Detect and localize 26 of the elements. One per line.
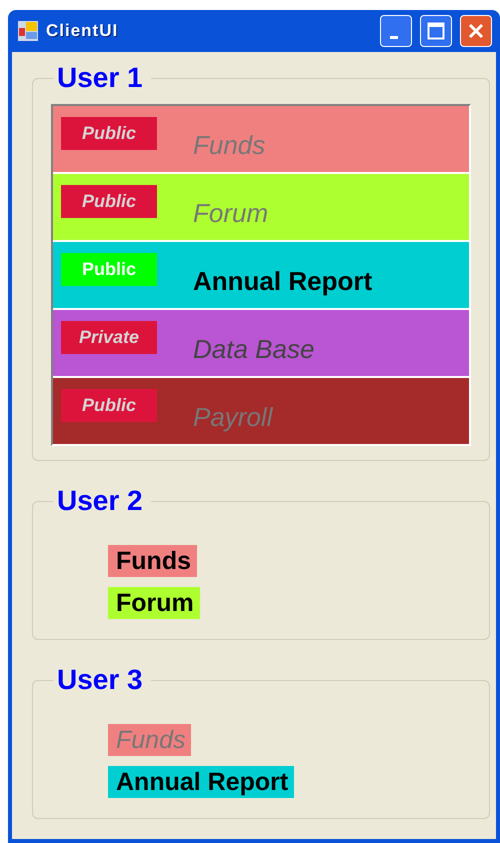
item-label: Payroll [193, 402, 272, 432]
list-item[interactable]: Public Annual Report [53, 242, 469, 308]
resource-label: Funds [108, 545, 197, 577]
minimize-button[interactable] [380, 15, 412, 47]
close-icon [467, 22, 485, 40]
item-label: Forum [193, 198, 268, 228]
maximize-icon [427, 22, 445, 40]
minimize-icon [390, 36, 398, 38]
item-label: Annual Report [193, 266, 372, 296]
resource-label: Annual Report [108, 766, 294, 798]
window-title: ClientUI [46, 21, 120, 41]
group-title: User 3 [56, 664, 144, 696]
resource-label: Funds [108, 724, 192, 756]
access-tag: Public [61, 184, 157, 218]
group-title: User 1 [56, 62, 144, 94]
group-title: User 2 [56, 485, 144, 517]
item-label: Funds [193, 130, 266, 160]
access-tag: Public [61, 388, 157, 422]
maximize-button[interactable] [420, 15, 452, 47]
item-label: Data Base [193, 334, 314, 364]
access-tag: Public [61, 116, 157, 150]
access-tag: Private [61, 320, 157, 354]
close-button[interactable] [460, 15, 492, 47]
resource-label: Forum [108, 587, 200, 619]
app-icon [18, 21, 38, 41]
access-tag: Public [61, 252, 157, 286]
